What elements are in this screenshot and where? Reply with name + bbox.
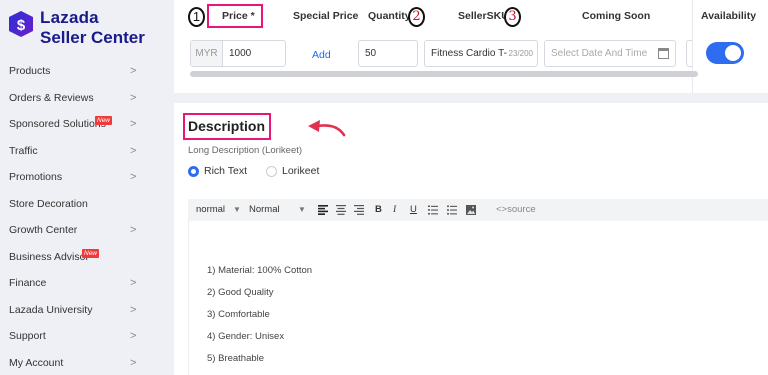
- column-divider: [692, 0, 693, 93]
- sidebar-item-label: Sponsored Solutions: [9, 118, 106, 130]
- editor-line: 2) Good Quality: [207, 287, 274, 298]
- column-header-availability: Availability: [701, 10, 757, 22]
- description-card: Description Long Description (Lorikeet) …: [174, 103, 768, 375]
- price-input[interactable]: MYR 1000: [190, 40, 286, 67]
- radio-selected-icon: [188, 166, 199, 177]
- sidebar-nav: Products > Orders & Reviews > Sponsored …: [0, 58, 162, 375]
- sidebar-item-label: Store Decoration: [9, 197, 88, 210]
- annotation-number-3: 3: [504, 7, 521, 27]
- editor-toolbar: normal ▼ Normal ▼ B I U <>source: [188, 199, 768, 221]
- sidebar-item-orders-reviews[interactable]: Orders & Reviews >: [0, 85, 162, 112]
- sidebar-item-label: Promotions: [9, 171, 63, 183]
- column-header-seller-sku: SellerSKU: [458, 10, 509, 22]
- chevron-right-icon: >: [130, 144, 137, 157]
- format-dropdown[interactable]: normal: [196, 199, 225, 221]
- italic-icon[interactable]: I: [393, 199, 396, 221]
- svg-text:$: $: [17, 17, 26, 34]
- sidebar-item-finance[interactable]: Finance >: [0, 270, 162, 297]
- chevron-right-icon: >: [130, 118, 137, 130]
- sidebar-item-promotions[interactable]: Promotions >: [0, 164, 162, 191]
- sidebar-item-label: My Account: [9, 356, 64, 369]
- chevron-right-icon: >: [130, 303, 137, 316]
- bold-icon[interactable]: B: [375, 199, 382, 221]
- chevron-right-icon: >: [130, 277, 137, 289]
- sidebar-item-lazada-university[interactable]: Lazada University >: [0, 297, 162, 324]
- underline-icon[interactable]: U: [410, 199, 417, 221]
- radio-label: Lorikeet: [282, 165, 320, 177]
- radio-label: Rich Text: [204, 165, 247, 177]
- align-right-icon[interactable]: [354, 205, 364, 215]
- image-icon[interactable]: [466, 205, 476, 215]
- new-badge: New: [95, 116, 113, 125]
- sidebar-item-label: Lazada University: [9, 303, 93, 316]
- sidebar-item-label: Growth Center: [9, 224, 78, 236]
- sidebar-item-my-account[interactable]: My Account >: [0, 350, 162, 375]
- quantity-input[interactable]: 50: [358, 40, 418, 67]
- radio-unselected-icon: [266, 166, 277, 177]
- sidebar-item-growth-center[interactable]: Growth Center >: [0, 217, 162, 244]
- sidebar-item-sponsored-solutions[interactable]: Sponsored Solutions New >: [0, 111, 162, 138]
- editor-line: 3) Comfortable: [207, 309, 270, 320]
- sidebar-item-business-advisor[interactable]: Business Advisor New: [0, 244, 162, 271]
- editor-line: 1) Material: 100% Cotton: [207, 265, 313, 276]
- chevron-right-icon: >: [130, 91, 137, 104]
- price-value: 1000: [229, 48, 252, 59]
- align-center-icon[interactable]: [336, 205, 346, 215]
- seller-sku-input[interactable]: Fitness Cardio T- 23/200: [424, 40, 538, 67]
- column-header-coming-soon: Coming Soon: [582, 10, 651, 22]
- variant-table-card: 1 Price * Special Price Quantity 2 Selle…: [174, 0, 768, 93]
- sidebar-item-label: Products: [9, 65, 51, 77]
- date-placeholder: Select Date And Time: [551, 48, 648, 59]
- bullet-list-icon[interactable]: [447, 205, 457, 215]
- sidebar-item-traffic[interactable]: Traffic >: [0, 138, 162, 165]
- size-dropdown[interactable]: Normal: [249, 199, 280, 221]
- coming-soon-date-picker[interactable]: Select Date And Time: [544, 40, 676, 67]
- calendar-icon: [658, 48, 669, 59]
- description-subtitle: Long Description (Lorikeet): [188, 145, 303, 156]
- annotation-number-2: 2: [408, 7, 425, 27]
- column-header-price: Price *: [222, 10, 255, 22]
- caret-down-icon: ▼: [233, 205, 241, 214]
- rich-text-editor[interactable]: 1) Material: 100% Cotton 2) Good Quality…: [188, 221, 768, 375]
- description-title: Description: [188, 118, 266, 134]
- column-header-quantity: Quantity: [368, 10, 411, 22]
- sidebar-item-store-decoration[interactable]: Store Decoration: [0, 191, 162, 218]
- chevron-right-icon: >: [130, 330, 137, 342]
- seller-sku-value: Fitness Cardio T-: [431, 48, 507, 59]
- chevron-right-icon: >: [130, 224, 137, 236]
- availability-toggle[interactable]: [706, 42, 744, 64]
- add-special-price-link[interactable]: Add: [312, 49, 331, 61]
- sidebar-item-label: Finance: [9, 277, 47, 289]
- chevron-right-icon: >: [130, 65, 137, 77]
- editor-line: 5) Breathable: [207, 353, 265, 364]
- lazada-logo-icon: $: [9, 11, 33, 37]
- sidebar-item-label: Business Advisor: [9, 250, 89, 263]
- currency-prefix: MYR: [191, 41, 223, 66]
- editor-line: 4) Gender: Unisex: [207, 331, 285, 342]
- toggle-knob: [725, 45, 741, 61]
- sidebar-item-products[interactable]: Products >: [0, 58, 162, 85]
- horizontal-scrollbar[interactable]: [190, 71, 698, 77]
- column-header-special-price: Special Price: [293, 10, 359, 22]
- sidebar: $ Lazada Seller Center Products > Orders…: [0, 0, 162, 375]
- seller-sku-char-count: 23/200: [508, 49, 533, 58]
- align-left-icon[interactable]: [318, 205, 328, 215]
- brand-product: Seller Center: [40, 28, 145, 47]
- arrow-left-icon: [308, 120, 346, 137]
- caret-down-icon: ▼: [298, 205, 306, 214]
- app: $ Lazada Seller Center Products > Orders…: [0, 0, 768, 375]
- sidebar-item-label: Orders & Reviews: [9, 91, 94, 104]
- sidebar-item-label: Traffic: [9, 144, 38, 157]
- annotation-number-1: 1: [188, 7, 205, 27]
- chevron-right-icon: >: [130, 356, 137, 369]
- chevron-right-icon: >: [130, 171, 137, 183]
- brand-name: Lazada: [40, 8, 99, 27]
- source-toggle[interactable]: <>source: [496, 199, 536, 221]
- sidebar-item-label: Support: [9, 330, 46, 342]
- new-badge: New: [82, 248, 100, 258]
- logo[interactable]: $ Lazada Seller Center: [8, 8, 158, 48]
- sidebar-item-support[interactable]: Support >: [0, 323, 162, 350]
- ordered-list-icon[interactable]: [428, 205, 438, 215]
